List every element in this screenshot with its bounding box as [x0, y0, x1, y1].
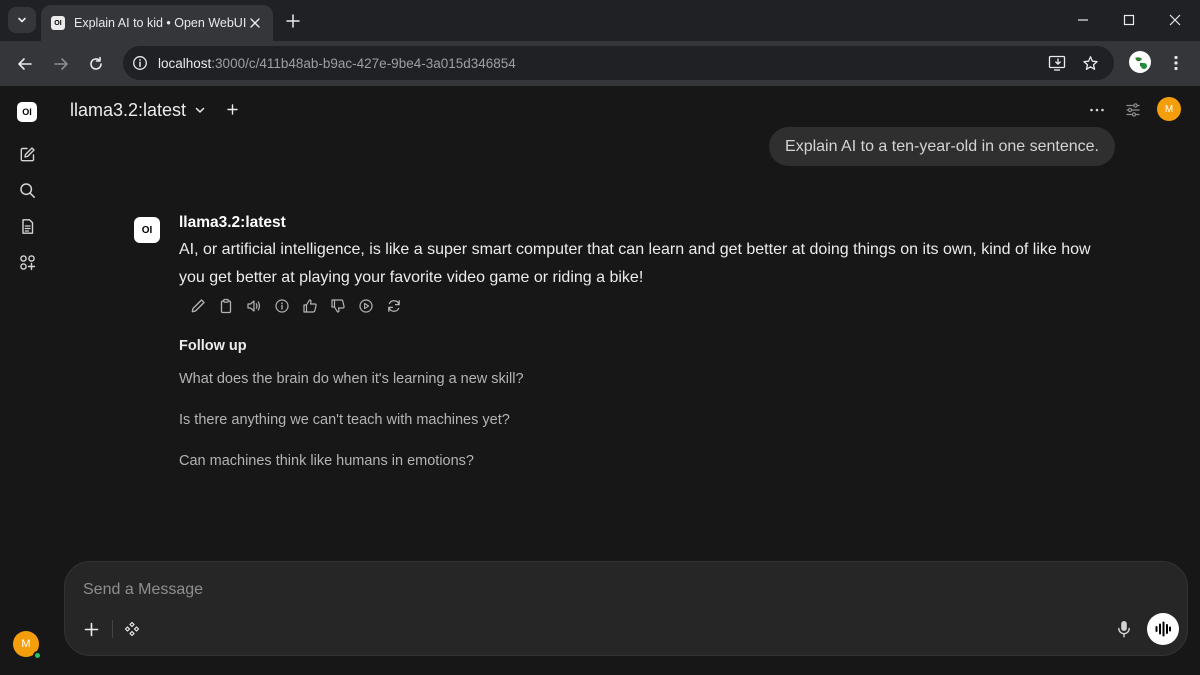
pencil-square-icon: [19, 146, 36, 163]
regenerate-icon: [386, 298, 402, 314]
message-composer: [64, 561, 1188, 656]
sidebar: OI M: [0, 86, 54, 675]
user-message: Explain AI to a ten-year-old in one sent…: [769, 127, 1115, 166]
chat-menu-button[interactable]: [1085, 98, 1109, 122]
voice-mode-button[interactable]: [1147, 613, 1179, 645]
install-app-button[interactable]: [1047, 53, 1067, 73]
more-horizontal-icon: [1089, 108, 1105, 112]
minimize-button[interactable]: [1060, 6, 1106, 34]
url-host: localhost: [158, 55, 212, 71]
generation-info-button[interactable]: [268, 296, 296, 316]
continue-response-button[interactable]: [352, 296, 380, 316]
chat-controls-button[interactable]: [1121, 98, 1145, 122]
assistant-avatar: OI: [134, 217, 160, 243]
bookmark-button[interactable]: [1080, 53, 1100, 73]
composer-divider: [112, 620, 113, 638]
tab-title: Explain AI to kid • Open WebUI: [74, 16, 246, 30]
read-aloud-button[interactable]: [240, 296, 268, 316]
followup-item[interactable]: Is there anything we can't teach with ma…: [179, 412, 510, 428]
maximize-button[interactable]: [1106, 6, 1152, 34]
app-logo[interactable]: OI: [17, 102, 37, 122]
info-icon: [274, 298, 290, 314]
assistant-name: llama3.2:latest: [179, 214, 286, 231]
continue-icon: [358, 298, 374, 314]
copy-icon: [218, 298, 234, 314]
browser-profile-button[interactable]: [1129, 51, 1151, 73]
plus-icon: [286, 14, 300, 28]
arrow-left-icon: [17, 56, 33, 72]
header-user-avatar[interactable]: M: [1157, 97, 1181, 121]
address-bar[interactable]: localhost:3000/c/411b48ab-b9ac-427e-9be4…: [123, 46, 1114, 80]
more-vertical-icon: [1174, 55, 1178, 71]
profile-icon: [1131, 53, 1149, 71]
back-button[interactable]: [10, 49, 40, 79]
regenerate-button[interactable]: [380, 296, 408, 316]
search-icon: [19, 182, 36, 199]
message-actions: [184, 296, 408, 316]
minimize-icon: [1077, 14, 1089, 26]
url-text: localhost:3000/c/411b48ab-b9ac-427e-9be4…: [158, 56, 516, 71]
good-response-button[interactable]: [296, 296, 324, 316]
arrow-right-icon: [53, 56, 69, 72]
add-model-button[interactable]: [224, 101, 240, 117]
tab-close-button[interactable]: [247, 15, 263, 31]
tab-search-button[interactable]: [8, 7, 36, 33]
model-name: llama3.2:latest: [70, 99, 187, 120]
sidebar-item-new-chat[interactable]: [17, 144, 37, 164]
app-main: OI M llama3.2:latest M Explain AI to a t…: [0, 86, 1200, 675]
reload-button[interactable]: [81, 49, 111, 79]
new-tab-button[interactable]: [281, 9, 305, 33]
edit-button[interactable]: [184, 296, 212, 316]
maximize-icon: [1123, 14, 1135, 26]
message-input[interactable]: [83, 579, 983, 601]
thumbs-down-icon: [330, 298, 346, 314]
sidebar-item-search[interactable]: [17, 180, 37, 200]
thumbs-up-icon: [302, 298, 318, 314]
edit-icon: [190, 298, 206, 314]
notes-icon: [19, 218, 36, 235]
plus-icon: [84, 622, 99, 637]
audio-waveform-icon: [1154, 621, 1172, 637]
tab-favicon-icon: OI: [51, 16, 65, 30]
model-selector[interactable]: llama3.2:latest: [70, 98, 206, 122]
online-status-indicator: [33, 651, 42, 660]
assistant-message-text: AI, or artificial intelligence, is like …: [179, 241, 1091, 286]
integrations-icon: [124, 621, 140, 637]
chevron-down-icon: [194, 104, 206, 116]
copy-button[interactable]: [212, 296, 240, 316]
browser-tab-active[interactable]: OI Explain AI to kid • Open WebUI: [41, 5, 273, 41]
followup-item[interactable]: Can machines think like humans in emotio…: [179, 453, 474, 469]
install-app-icon: [1048, 54, 1066, 72]
integrations-button[interactable]: [121, 618, 143, 640]
plus-icon: [226, 103, 238, 115]
close-icon: [1169, 14, 1181, 26]
site-info-button[interactable]: [129, 52, 151, 74]
window-close-button[interactable]: [1152, 6, 1198, 34]
close-icon: [250, 18, 260, 28]
sidebar-item-workspace[interactable]: [17, 252, 37, 272]
voice-input-button[interactable]: [1113, 618, 1135, 640]
followup-title: Follow up: [179, 338, 247, 354]
forward-button[interactable]: [46, 49, 76, 79]
sidebar-item-notes[interactable]: [17, 216, 37, 236]
microphone-icon: [1116, 620, 1132, 638]
apps-icon: [19, 254, 36, 271]
star-icon: [1082, 55, 1099, 72]
browser-toolbar: localhost:3000/c/411b48ab-b9ac-427e-9be4…: [0, 41, 1200, 86]
info-icon: [132, 55, 148, 71]
browser-menu-button[interactable]: [1166, 51, 1186, 75]
sliders-icon: [1125, 102, 1141, 118]
read-aloud-icon: [246, 298, 262, 314]
reload-icon: [88, 56, 104, 72]
url-path: :3000/c/411b48ab-b9ac-427e-9be4-3a015d34…: [211, 55, 516, 71]
bad-response-button[interactable]: [324, 296, 352, 316]
browser-tabstrip: OI Explain AI to kid • Open WebUI: [0, 0, 1200, 41]
attach-button[interactable]: [80, 618, 102, 640]
followup-item[interactable]: What does the brain do when it's learnin…: [179, 371, 524, 387]
chevron-down-icon: [16, 14, 28, 26]
